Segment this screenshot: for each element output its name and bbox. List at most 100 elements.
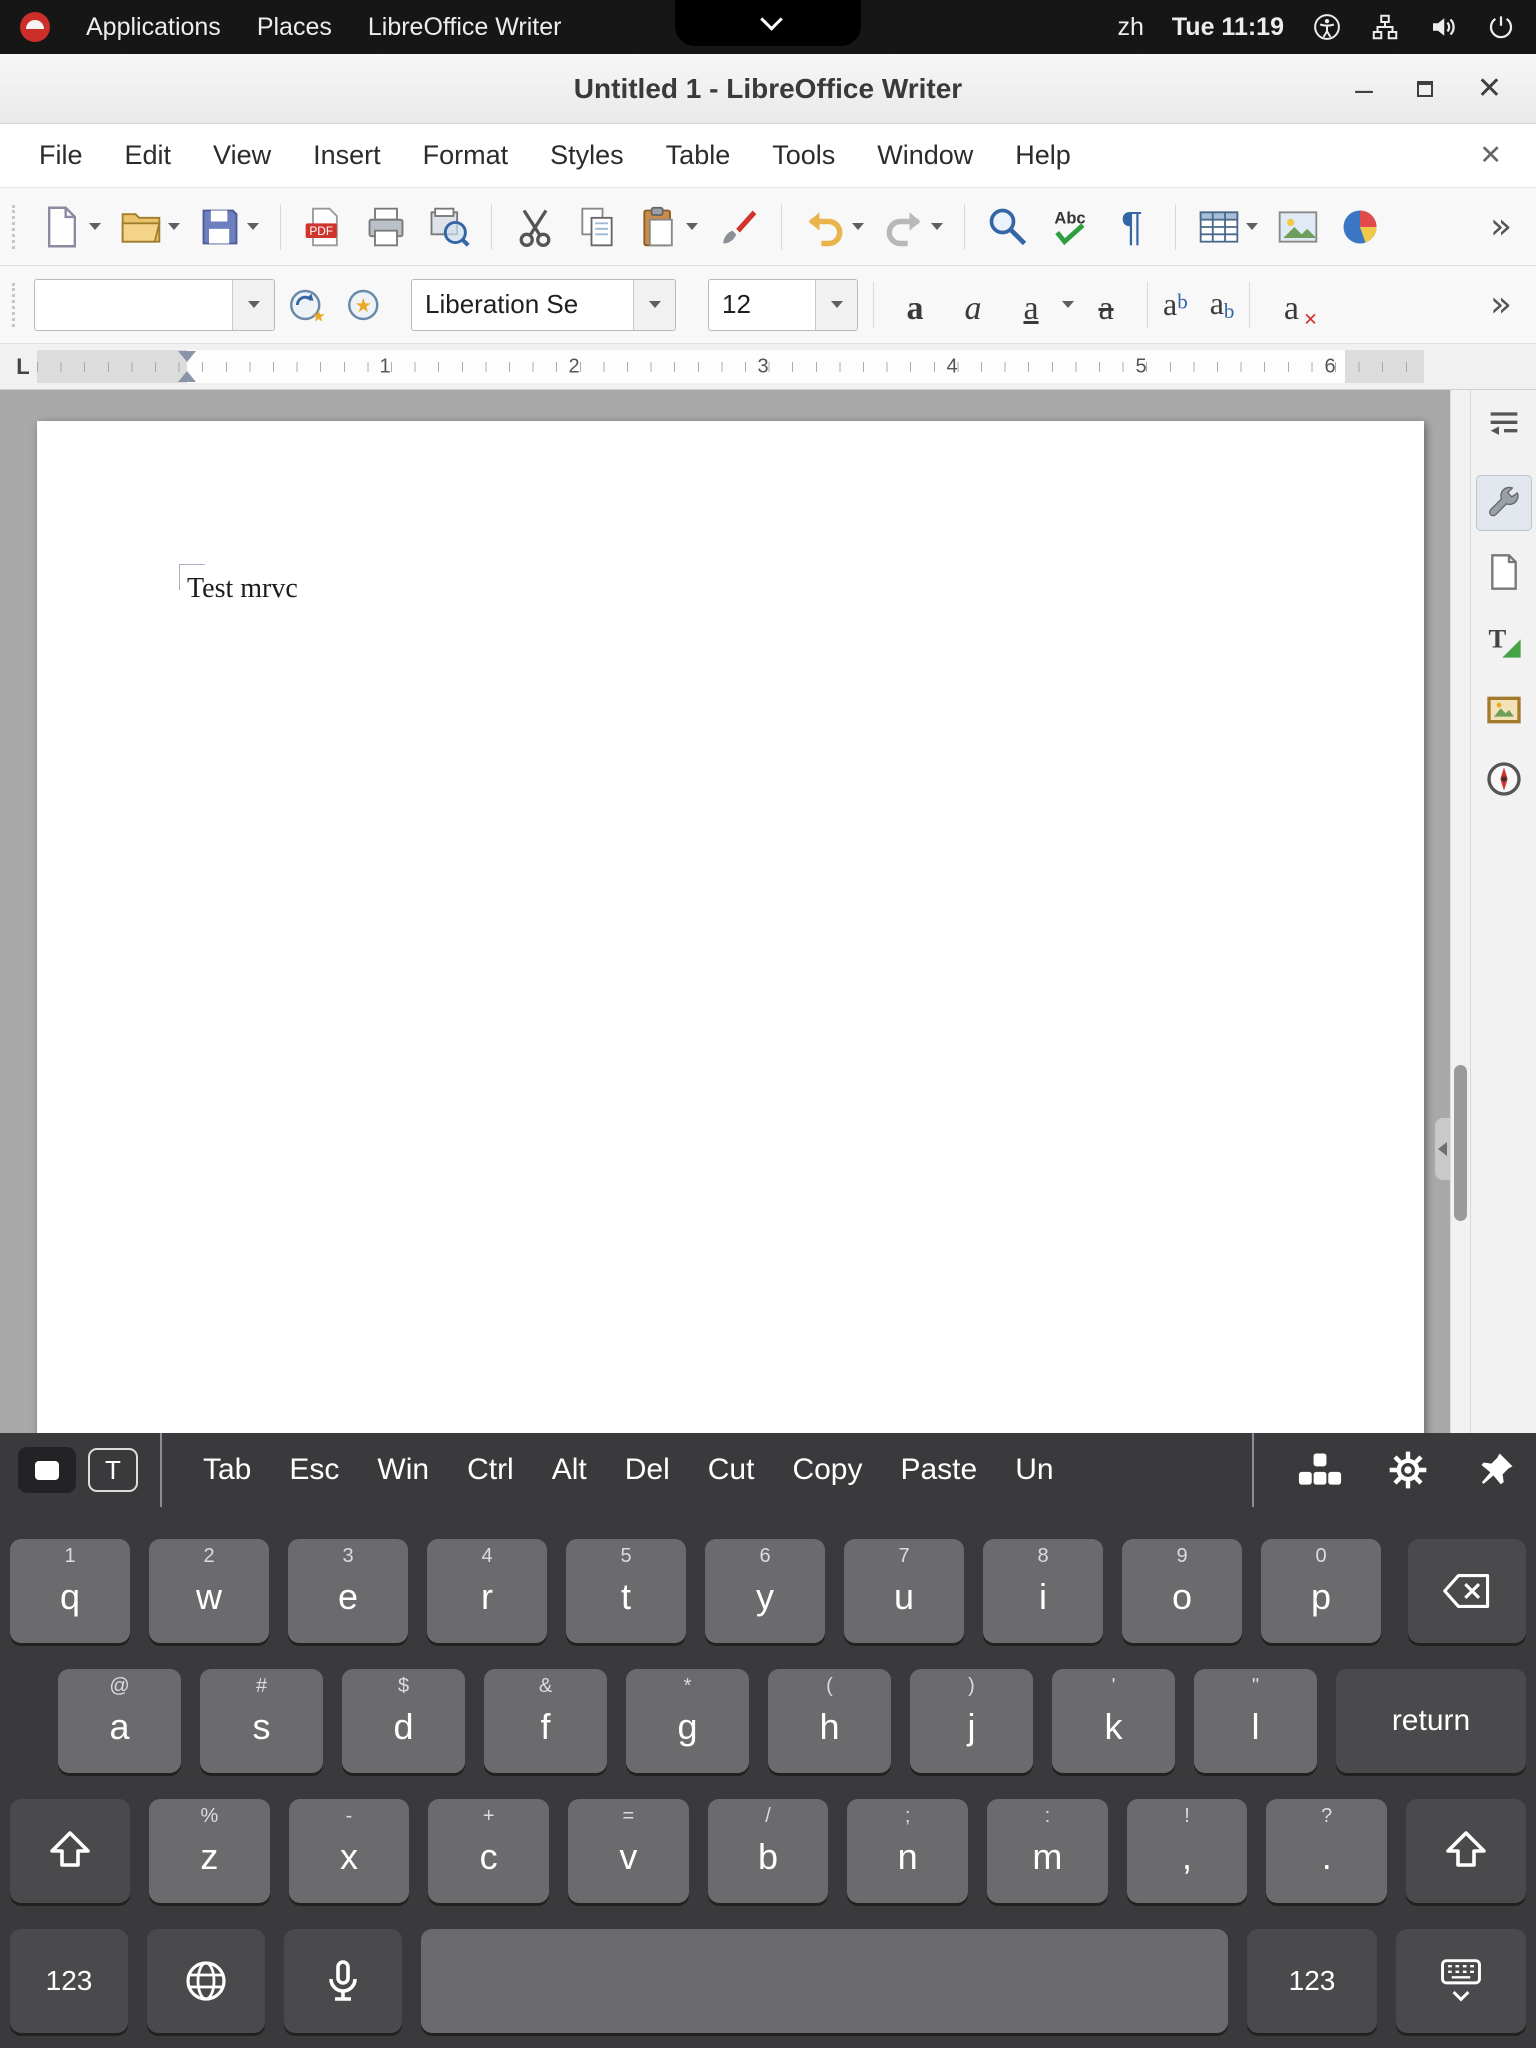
keyboard-layout-button[interactable] xyxy=(1298,1448,1342,1492)
accessibility-icon[interactable] xyxy=(1312,12,1342,42)
paste-button[interactable] xyxy=(631,200,704,254)
keyboard-settings-button[interactable] xyxy=(1386,1448,1430,1492)
key-b[interactable]: /b xyxy=(708,1799,829,1903)
insert-image-button[interactable] xyxy=(1270,200,1326,254)
paragraph-style-combobox[interactable] xyxy=(34,279,275,331)
tab-stop-selector[interactable]: L xyxy=(8,352,38,382)
volume-icon[interactable] xyxy=(1428,12,1458,42)
key-v[interactable]: =v xyxy=(568,1799,689,1903)
update-style-button[interactable]: ★ xyxy=(281,279,333,331)
vertical-scrollbar[interactable] xyxy=(1450,390,1470,1433)
esc-key[interactable]: Esc xyxy=(270,1453,358,1487)
combobox-dropdown-button[interactable] xyxy=(633,280,675,330)
strikethrough-button[interactable]: a xyxy=(1080,278,1132,332)
cut-key[interactable]: Cut xyxy=(689,1453,774,1487)
print-button[interactable] xyxy=(358,200,414,254)
sidebar-page-button[interactable] xyxy=(1476,544,1532,600)
combobox-dropdown-button[interactable] xyxy=(815,280,857,330)
new-style-button[interactable]: ★ xyxy=(339,279,391,331)
maximize-button[interactable] xyxy=(1417,81,1433,97)
text-mode-key[interactable]: T xyxy=(88,1448,138,1492)
open-button[interactable] xyxy=(113,200,186,254)
places-menu[interactable]: Places xyxy=(257,13,332,42)
key-comma[interactable]: !, xyxy=(1127,1799,1248,1903)
sidebar-styles-button[interactable]: T xyxy=(1476,613,1532,669)
menu-tools[interactable]: Tools xyxy=(751,140,856,171)
dismiss-keyboard-key[interactable] xyxy=(1396,1929,1526,2033)
space-key[interactable] xyxy=(421,1929,1228,2033)
menu-help[interactable]: Help xyxy=(994,140,1092,171)
key-s[interactable]: #s xyxy=(200,1669,323,1773)
subscript-button[interactable]: ab xyxy=(1210,285,1235,324)
network-icon[interactable] xyxy=(1370,12,1400,42)
key-g[interactable]: *g xyxy=(626,1669,749,1773)
shift-key-left[interactable] xyxy=(10,1799,130,1903)
document-page[interactable]: Test mrvc xyxy=(37,421,1424,1433)
distro-logo-icon[interactable] xyxy=(20,12,50,42)
underline-button[interactable]: a xyxy=(1005,278,1074,332)
dictation-key[interactable] xyxy=(284,1929,402,2033)
power-icon[interactable] xyxy=(1486,12,1516,42)
clone-formatting-button[interactable] xyxy=(710,200,766,254)
key-k[interactable]: 'k xyxy=(1052,1669,1175,1773)
key-period[interactable]: ?. xyxy=(1266,1799,1387,1903)
key-u[interactable]: 7u xyxy=(844,1539,964,1643)
key-m[interactable]: :m xyxy=(987,1799,1108,1903)
insert-table-button[interactable] xyxy=(1191,200,1264,254)
sidebar-collapse-handle[interactable] xyxy=(1435,1118,1450,1180)
font-name-combobox[interactable]: Liberation Se xyxy=(411,279,676,331)
screen-pull-tab[interactable] xyxy=(675,0,861,46)
key-p[interactable]: 0p xyxy=(1261,1539,1381,1643)
menu-window[interactable]: Window xyxy=(856,140,994,171)
paste-key[interactable]: Paste xyxy=(881,1453,996,1487)
font-size-combobox[interactable]: 12 xyxy=(708,279,858,331)
combobox-dropdown-button[interactable] xyxy=(232,280,274,330)
win-key[interactable]: Win xyxy=(358,1453,448,1487)
clock[interactable]: Tue 11:19 xyxy=(1172,13,1284,42)
insert-chart-button[interactable] xyxy=(1332,200,1388,254)
redo-button[interactable] xyxy=(876,200,949,254)
key-c[interactable]: +c xyxy=(428,1799,549,1903)
key-h[interactable]: (h xyxy=(768,1669,891,1773)
return-key[interactable]: return xyxy=(1336,1669,1526,1773)
sidebar-gallery-button[interactable] xyxy=(1476,682,1532,738)
key-w[interactable]: 2w xyxy=(149,1539,269,1643)
numbers-key-left[interactable]: 123 xyxy=(10,1929,128,2033)
hanging-indent-icon[interactable] xyxy=(178,371,196,382)
first-line-indent-icon[interactable] xyxy=(178,351,196,362)
spellcheck-button[interactable]: Abc xyxy=(1042,200,1098,254)
key-z[interactable]: %z xyxy=(149,1799,270,1903)
menu-table[interactable]: Table xyxy=(645,140,752,171)
horizontal-ruler[interactable]: L 1 2 3 4 5 6 xyxy=(0,344,1536,390)
toolbar-grip[interactable] xyxy=(12,205,20,249)
print-preview-button[interactable] xyxy=(420,200,476,254)
key-e[interactable]: 3e xyxy=(288,1539,408,1643)
keyboard-pin-button[interactable] xyxy=(1474,1448,1518,1492)
bold-button[interactable]: a xyxy=(889,278,941,332)
copy-button[interactable] xyxy=(569,200,625,254)
copy-key[interactable]: Copy xyxy=(773,1453,881,1487)
input-language-indicator[interactable]: zh xyxy=(1117,13,1143,42)
toolbar-overflow-button[interactable]: » xyxy=(1490,284,1524,325)
close-document-button[interactable]: ✕ xyxy=(1479,140,1518,171)
key-f[interactable]: &f xyxy=(484,1669,607,1773)
formatting-marks-button[interactable]: ¶ xyxy=(1104,200,1160,254)
ctrl-key[interactable]: Ctrl xyxy=(448,1453,533,1487)
key-i[interactable]: 8i xyxy=(983,1539,1103,1643)
key-o[interactable]: 9o xyxy=(1122,1539,1242,1643)
pointer-mode-key[interactable] xyxy=(18,1447,76,1493)
key-x[interactable]: -x xyxy=(289,1799,410,1903)
indent-marker[interactable] xyxy=(178,351,196,382)
key-r[interactable]: 4r xyxy=(427,1539,547,1643)
globe-key[interactable] xyxy=(147,1929,265,2033)
key-q[interactable]: 1q xyxy=(10,1539,130,1643)
document-text[interactable]: Test mrvc xyxy=(187,573,298,605)
italic-button[interactable]: a xyxy=(947,278,999,332)
undo-key[interactable]: Un xyxy=(996,1453,1072,1487)
applications-menu[interactable]: Applications xyxy=(86,13,221,42)
toolbar-grip[interactable] xyxy=(12,283,20,327)
save-button[interactable] xyxy=(192,200,265,254)
numbers-key-right[interactable]: 123 xyxy=(1247,1929,1377,2033)
toolbar-overflow-button[interactable]: » xyxy=(1490,206,1524,247)
undo-button[interactable] xyxy=(797,200,870,254)
